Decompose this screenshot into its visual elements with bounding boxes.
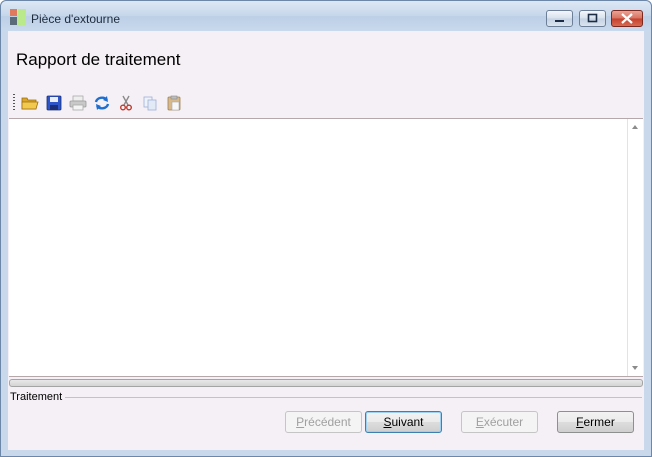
save-button[interactable] xyxy=(44,93,64,113)
app-icon xyxy=(10,9,26,25)
vertical-scrollbar[interactable] xyxy=(627,119,643,376)
progress-bar xyxy=(9,379,643,387)
scissors-icon xyxy=(120,95,132,111)
open-button[interactable] xyxy=(20,93,40,113)
floppy-disk-icon xyxy=(46,95,62,111)
close-button[interactable]: Fermer xyxy=(557,411,634,433)
copy-icon xyxy=(143,96,157,111)
report-content xyxy=(9,119,643,125)
close-icon xyxy=(621,13,633,24)
folder-open-icon xyxy=(21,97,39,110)
window-client-area: Rapport de traitement Traitement Précéde… xyxy=(8,31,644,450)
window-title: Pièce d'extourne xyxy=(31,12,121,26)
paste-button[interactable] xyxy=(164,93,184,113)
copy-button[interactable] xyxy=(140,93,160,113)
previous-button[interactable]: Précédent xyxy=(285,411,362,433)
close-window-button[interactable] xyxy=(611,10,643,27)
print-button[interactable] xyxy=(68,93,88,113)
maximize-icon xyxy=(587,13,598,23)
refresh-icon xyxy=(94,96,110,110)
minimize-button[interactable] xyxy=(546,10,573,27)
next-button[interactable]: Suivant xyxy=(365,411,442,433)
title-bar[interactable]: Pièce d'extourne xyxy=(1,1,651,31)
printer-icon xyxy=(69,95,87,111)
refresh-button[interactable] xyxy=(92,93,112,113)
page-title: Rapport de traitement xyxy=(16,50,181,69)
clipboard-icon xyxy=(167,95,181,111)
toolbar xyxy=(13,92,213,113)
minimize-icon xyxy=(555,20,564,22)
toolbar-grip[interactable] xyxy=(13,94,15,112)
cut-button[interactable] xyxy=(116,93,136,113)
group-divider xyxy=(10,397,642,398)
application-window: Pièce d'extourne Rapport de traitement T… xyxy=(0,0,652,457)
report-text-area[interactable] xyxy=(9,118,643,377)
scroll-up-arrow-icon[interactable] xyxy=(632,125,638,129)
execute-button[interactable]: Exécuter xyxy=(461,411,538,433)
maximize-button[interactable] xyxy=(579,10,606,27)
scroll-down-arrow-icon[interactable] xyxy=(632,366,638,370)
group-label: Traitement xyxy=(10,391,66,403)
